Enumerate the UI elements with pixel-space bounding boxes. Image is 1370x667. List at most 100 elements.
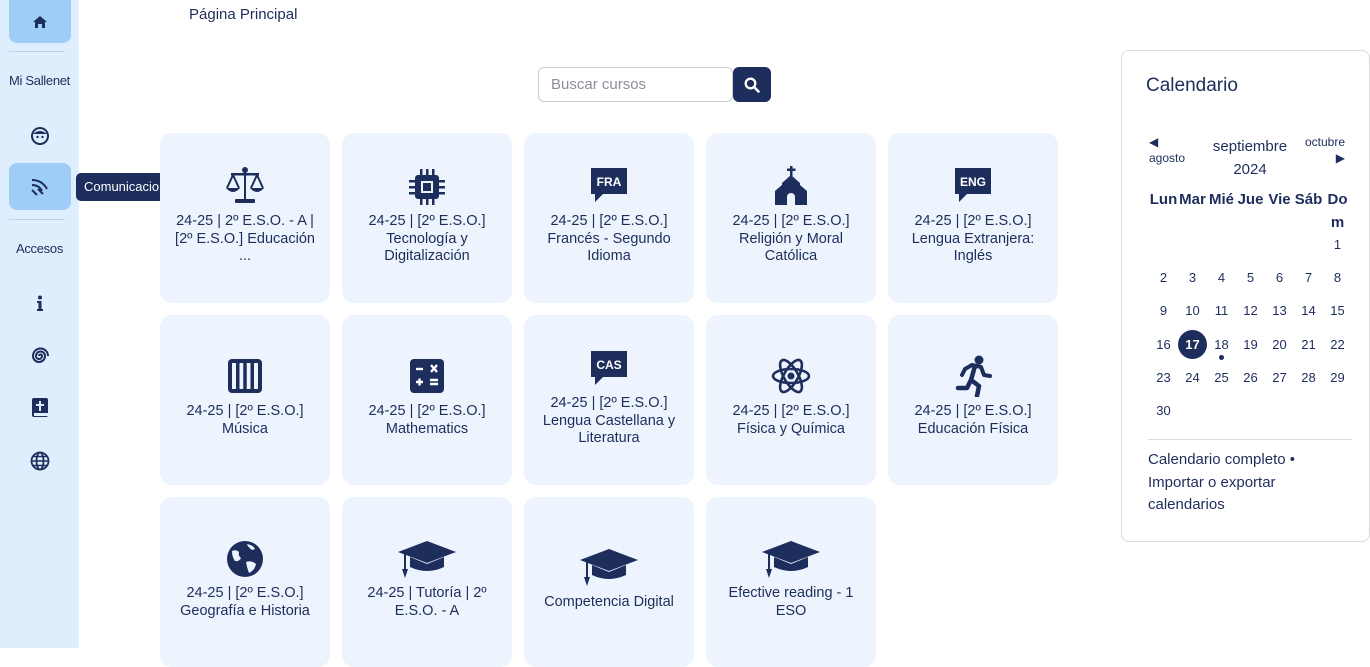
eng-language-icon: ENG bbox=[955, 168, 991, 202]
eng-language-icon-text: ENG bbox=[960, 175, 986, 189]
calendar-day[interactable]: 8 bbox=[1323, 263, 1352, 292]
course-card[interactable]: 24-25 | 2º E.S.O. - A | [2º E.S.O.] Educ… bbox=[160, 133, 330, 303]
calendar-day[interactable]: 15 bbox=[1323, 296, 1352, 325]
fra-language-icon: FRA bbox=[591, 168, 627, 202]
sidebar-label-mi-sallenet[interactable]: Mi Sallenet bbox=[0, 73, 79, 88]
course-title: 24-25 | [2º E.S.O.] Francés - Segundo Id… bbox=[547, 213, 671, 264]
weekday-header: Dom bbox=[1327, 191, 1348, 231]
weekday-header: Vie bbox=[1268, 191, 1291, 208]
calendar-day[interactable]: 10 bbox=[1178, 296, 1207, 325]
course-card[interactable]: 24-25 | [2º E.S.O.] Música bbox=[160, 315, 330, 485]
bullet-separator: • bbox=[1289, 451, 1296, 468]
home-icon bbox=[33, 15, 47, 28]
course-title: 24-25 | [2º E.S.O.] Religión y Moral Cat… bbox=[732, 213, 850, 264]
calendar-day[interactable]: 25 bbox=[1207, 363, 1236, 392]
calendar-day[interactable]: 4 bbox=[1207, 263, 1236, 292]
calendar-day[interactable]: 19 bbox=[1236, 330, 1265, 359]
calendar-divider bbox=[1148, 439, 1352, 440]
course-title: 24-25 | [2º E.S.O.] Educación Física bbox=[914, 403, 1032, 437]
spiral-icon[interactable] bbox=[30, 346, 50, 366]
scale-icon bbox=[226, 167, 264, 203]
next-month-label: octubre bbox=[1305, 135, 1346, 149]
course-title: 24-25 | Tutoría | 2º E.S.O. - A bbox=[367, 585, 487, 619]
course-card[interactable]: Competencia Digital bbox=[524, 497, 694, 667]
cas-language-icon-text: CAS bbox=[596, 358, 621, 372]
calendar-next-month[interactable]: octubre ▶ bbox=[1305, 135, 1345, 165]
globe-icon[interactable] bbox=[30, 451, 50, 471]
calendar-day[interactable]: 3 bbox=[1178, 263, 1207, 292]
bible-icon[interactable] bbox=[30, 398, 50, 418]
calendar-day[interactable]: 26 bbox=[1236, 363, 1265, 392]
course-title: 24-25 | [2º E.S.O.] Tecnología y Digital… bbox=[368, 213, 486, 264]
sidebar-divider bbox=[9, 219, 64, 220]
course-title: 24-25 | [2º E.S.O.] Lengua Extranjera: I… bbox=[911, 213, 1035, 264]
sidebar: Mi Sallenet Accesos bbox=[0, 0, 79, 648]
import-export-link[interactable]: Importar o exportar calendarios bbox=[1148, 474, 1276, 514]
course-card[interactable]: 24-25 | [2º E.S.O.] Física y Química bbox=[706, 315, 876, 485]
calendar-day[interactable]: 29 bbox=[1323, 363, 1352, 392]
month-name: septiembre bbox=[1212, 138, 1288, 155]
course-card[interactable]: FRA 24-25 | [2º E.S.O.] Francés - Segund… bbox=[524, 133, 694, 303]
calendar-day[interactable]: 20 bbox=[1265, 330, 1294, 359]
calendar-day[interactable]: 9 bbox=[1149, 296, 1178, 325]
calendar-day[interactable]: 6 bbox=[1265, 263, 1294, 292]
course-card[interactable]: 24-25 | [2º E.S.O.] Tecnología y Digital… bbox=[342, 133, 512, 303]
calendar-day[interactable]: 11 bbox=[1207, 296, 1236, 325]
search-input[interactable] bbox=[538, 67, 733, 102]
course-title: Efective reading - 1 ESO bbox=[728, 585, 854, 619]
calendar-day[interactable]: 16 bbox=[1149, 330, 1178, 359]
calendar-day[interactable]: 27 bbox=[1265, 363, 1294, 392]
search-icon bbox=[744, 77, 760, 93]
course-card[interactable]: 24-25 | Tutoría | 2º E.S.O. - A bbox=[342, 497, 512, 667]
calendar-day[interactable]: 24 bbox=[1178, 363, 1207, 392]
info-icon[interactable] bbox=[30, 294, 50, 314]
course-card[interactable]: 24-25 | [2º E.S.O.] Geografía e Historia bbox=[160, 497, 330, 667]
face-icon[interactable] bbox=[30, 126, 50, 146]
sidebar-label-accesos[interactable]: Accesos bbox=[0, 241, 79, 256]
home-button[interactable] bbox=[9, 0, 71, 43]
calendar-day[interactable]: 30 bbox=[1149, 396, 1178, 425]
calendar-links: Calendario completo • Importar o exporta… bbox=[1148, 449, 1348, 517]
full-calendar-link[interactable]: Calendario completo bbox=[1148, 451, 1286, 468]
calendar-day[interactable]: 28 bbox=[1294, 363, 1323, 392]
calendar-day[interactable]: 23 bbox=[1149, 363, 1178, 392]
course-card[interactable]: ENG 24-25 | [2º E.S.O.] Lengua Extranjer… bbox=[888, 133, 1058, 303]
course-title: 24-25 | [2º E.S.O.] Mathematics bbox=[368, 403, 486, 437]
calendar-day[interactable]: 13 bbox=[1265, 296, 1294, 325]
calendar-day[interactable]: 21 bbox=[1294, 330, 1323, 359]
search-button[interactable] bbox=[733, 67, 771, 102]
breadcrumb[interactable]: Página Principal bbox=[189, 6, 297, 23]
earth-icon bbox=[227, 541, 263, 577]
course-card[interactable]: CAS 24-25 | [2º E.S.O.] Lengua Castellan… bbox=[524, 315, 694, 485]
month-year: 2024 bbox=[1233, 161, 1267, 178]
running-icon bbox=[955, 355, 992, 397]
weekday-header: Lun bbox=[1149, 191, 1178, 208]
fra-language-icon-text: FRA bbox=[597, 175, 622, 189]
piano-icon bbox=[228, 359, 262, 393]
calendar-day[interactable]: 5 bbox=[1236, 263, 1265, 292]
calendar-day[interactable]: 1 bbox=[1323, 230, 1352, 259]
weekday-header: Mar bbox=[1179, 191, 1206, 208]
graduation-cap-icon bbox=[398, 541, 456, 578]
calendar-day-today[interactable]: 17 bbox=[1178, 330, 1207, 359]
course-title: Competencia Digital bbox=[544, 594, 674, 610]
calendar-day[interactable]: 14 bbox=[1294, 296, 1323, 325]
graduation-cap-icon bbox=[580, 549, 638, 586]
calendar-title: Calendario bbox=[1146, 75, 1238, 96]
course-card[interactable]: 24-25 | [2º E.S.O.] Educación Física bbox=[888, 315, 1058, 485]
course-title: 24-25 | [2º E.S.O.] Física y Química bbox=[732, 403, 850, 437]
calendar-prev-month[interactable]: ◀ agosto bbox=[1149, 135, 1185, 165]
calendar-day[interactable]: 18 bbox=[1207, 330, 1236, 360]
weekday-header: Mié bbox=[1208, 191, 1234, 208]
course-card[interactable]: 24-25 | [2º E.S.O.] Religión y Moral Cat… bbox=[706, 133, 876, 303]
calendar-day[interactable]: 22 bbox=[1323, 330, 1352, 359]
sidebar-item-comunicaciones[interactable] bbox=[9, 163, 71, 210]
calendar-current-month: septiembre 2024 bbox=[1202, 135, 1298, 181]
calendar-day[interactable]: 2 bbox=[1149, 263, 1178, 292]
calendar-day[interactable]: 7 bbox=[1294, 263, 1323, 292]
course-card[interactable]: Efective reading - 1 ESO bbox=[706, 497, 876, 667]
calendar-day[interactable]: 12 bbox=[1236, 296, 1265, 325]
course-card[interactable]: 24-25 | [2º E.S.O.] Mathematics bbox=[342, 315, 512, 485]
graduation-cap-icon bbox=[762, 541, 820, 578]
prev-month-label: agosto bbox=[1149, 151, 1186, 165]
